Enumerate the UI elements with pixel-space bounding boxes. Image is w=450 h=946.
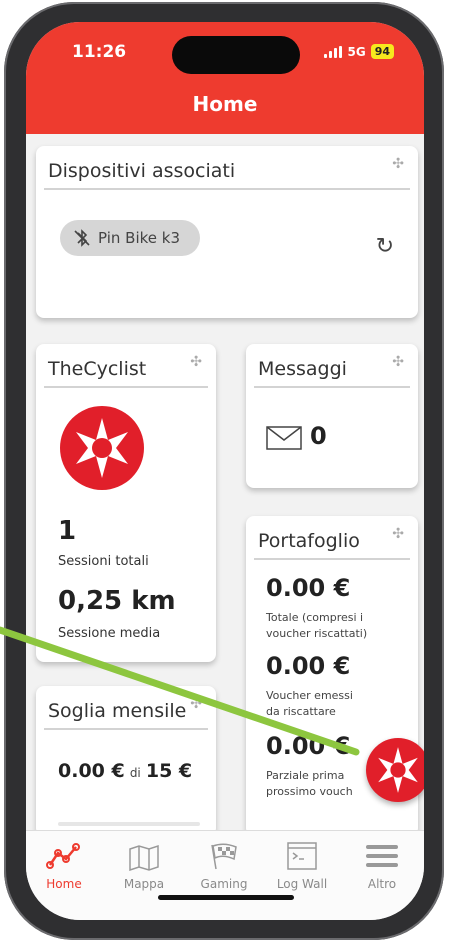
wallet-total-value: 0.00 €	[266, 574, 351, 602]
fab-logo-button[interactable]	[366, 738, 424, 802]
divider	[254, 386, 410, 388]
tab-more-label: Altro	[367, 877, 397, 891]
tab-home-label: Home	[46, 877, 82, 891]
wallet-voucher-label: Voucher emessi da riscattare	[266, 689, 353, 718]
network-type: 5G	[347, 44, 366, 59]
device-chip[interactable]: Pin Bike k3	[60, 220, 200, 256]
average-session-label: Sessione media	[58, 626, 161, 641]
bluetooth-off-icon	[74, 229, 90, 247]
threshold-card-title: Soglia mensile	[48, 700, 187, 722]
status-time: 11:26	[72, 42, 127, 62]
cyclist-card-title: TheCyclist	[48, 358, 147, 380]
drag-handle-icon[interactable]: ✣	[190, 696, 202, 712]
envelope-icon	[266, 426, 302, 450]
map-icon	[129, 844, 159, 872]
phone-frame: 11:26 5G 94 Home Dispositivi associati ✣…	[4, 2, 444, 940]
drag-handle-icon[interactable]: ✣	[392, 526, 404, 542]
tab-log-wall-label: Log Wall	[276, 877, 328, 891]
devices-card-title: Dispositivi associati	[48, 160, 236, 182]
tab-log-wall[interactable]: Log Wall	[266, 841, 338, 891]
sessions-label: Sessioni totali	[58, 554, 149, 569]
tab-gaming[interactable]: Gaming	[188, 841, 260, 891]
wallet-partial-label: Parziale prima prossimo vouch	[266, 769, 353, 798]
drag-handle-icon[interactable]: ✣	[392, 156, 404, 172]
app-screen: 11:26 5G 94 Home Dispositivi associati ✣…	[26, 22, 424, 920]
dynamic-island	[172, 36, 300, 74]
messages-count: 0	[310, 422, 327, 450]
terminal-icon	[287, 842, 317, 870]
status-indicators: 5G 94	[324, 44, 394, 59]
threshold-progress-bar	[58, 822, 200, 826]
messages-card[interactable]: Messaggi ✣ 0	[246, 344, 418, 488]
devices-card: Dispositivi associati ✣ Pin Bike k3 ↻	[36, 146, 418, 318]
divider	[254, 558, 410, 560]
cyclist-logo-icon	[378, 747, 418, 793]
hamburger-menu-icon	[366, 845, 398, 867]
wallet-partial-value: 0.00 €	[266, 732, 351, 760]
cyclist-card: TheCyclist ✣ 1 Sessioni totali 0,25 km S…	[36, 344, 216, 662]
app-header: 11:26 5G 94 Home	[26, 22, 424, 134]
divider	[44, 728, 208, 730]
cyclist-logo-icon	[60, 406, 144, 490]
device-chip-label: Pin Bike k3	[98, 229, 180, 247]
wallet-card-title: Portafoglio	[258, 530, 360, 552]
divider	[44, 386, 208, 388]
tab-map[interactable]: Mappa	[108, 841, 180, 891]
home-indicator	[158, 895, 294, 900]
activity-graph-icon	[46, 843, 80, 869]
signal-icon	[324, 45, 343, 58]
tab-gaming-label: Gaming	[200, 877, 248, 891]
threshold-value: 0.00 € di 15 €	[58, 760, 193, 782]
tab-map-label: Mappa	[123, 877, 165, 891]
average-session-value: 0,25 km	[58, 586, 176, 616]
wallet-voucher-value: 0.00 €	[266, 652, 351, 680]
messages-card-title: Messaggi	[258, 358, 347, 380]
page-title: Home	[192, 92, 258, 116]
battery-level: 94	[370, 44, 394, 59]
threshold-card: Soglia mensile ✣ 0.00 € di 15 €	[36, 686, 216, 836]
wallet-total-label: Totale (compresi i voucher riscattati)	[266, 611, 368, 640]
bottom-tab-bar: Home Mappa Gaming Log Wall Altro	[26, 830, 424, 920]
tab-more[interactable]: Altro	[346, 841, 418, 891]
checkered-flag-icon	[211, 843, 237, 870]
drag-handle-icon[interactable]: ✣	[392, 354, 404, 370]
divider	[44, 188, 410, 190]
sessions-count: 1	[58, 516, 77, 546]
refresh-icon[interactable]: ↻	[376, 234, 394, 259]
tab-home[interactable]: Home	[28, 841, 100, 891]
drag-handle-icon[interactable]: ✣	[190, 354, 202, 370]
